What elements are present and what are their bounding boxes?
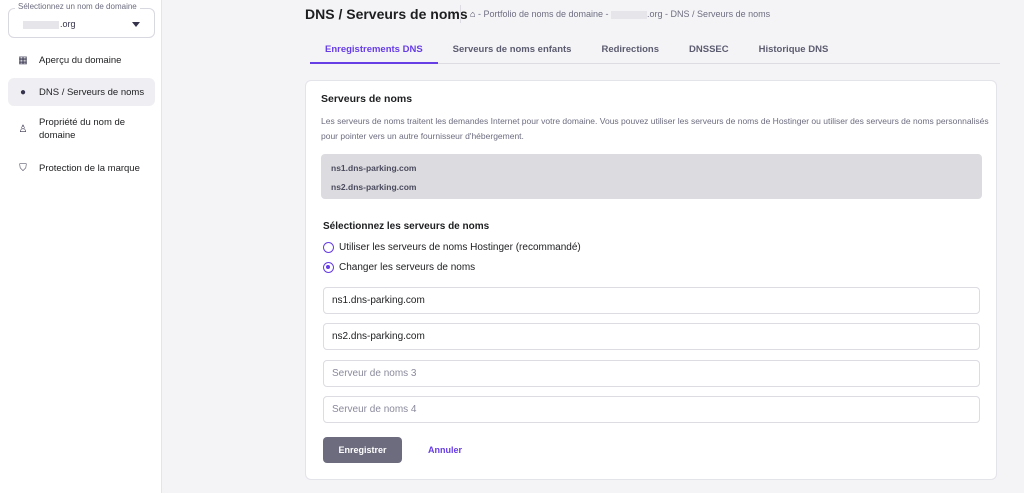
current-ns2: ns2.dns-parking.com <box>331 182 417 192</box>
tab-dns-history[interactable]: Historique DNS <box>744 40 844 64</box>
nameserver-2-input[interactable] <box>323 323 980 350</box>
nameserver-4-input[interactable] <box>323 396 980 423</box>
domain-select-label: Sélectionnez un nom de domaine <box>15 2 140 11</box>
radio-unchecked-icon <box>323 242 334 253</box>
radio-hostinger[interactable]: Utiliser les serveurs de noms Hostinger … <box>323 242 581 253</box>
sidebar-item-label: DNS / Serveurs de noms <box>39 86 145 98</box>
grid-icon: ▦ <box>18 54 28 66</box>
sidebar-item-label: Propriété du nom de domaine <box>39 117 126 141</box>
redacted-domain <box>23 20 59 29</box>
tab-bar: Enregistrements DNS Serveurs de noms enf… <box>310 40 1000 64</box>
shield-icon: ⛉ <box>19 162 27 174</box>
radio-checked-icon <box>323 262 334 273</box>
sidebar-item-overview[interactable]: ▦ Aperçu du domaine <box>8 50 155 70</box>
sidebar-item-dns[interactable]: ● DNS / Serveurs de noms <box>8 78 155 106</box>
nameservers-card: Serveurs de noms Les serveurs de noms tr… <box>305 80 997 480</box>
user-icon: ♙ <box>18 123 28 135</box>
tab-dnssec[interactable]: DNSSEC <box>674 40 744 64</box>
current-ns1: ns1.dns-parking.com <box>331 163 417 173</box>
tab-redirections[interactable]: Redirections <box>586 40 674 64</box>
domain-select[interactable]: Sélectionnez un nom de domaine .org <box>8 2 155 38</box>
divider <box>460 5 461 23</box>
radio-change[interactable]: Changer les serveurs de noms <box>323 262 475 273</box>
cancel-button[interactable]: Annuler <box>428 445 462 455</box>
select-title: Sélectionnez les serveurs de noms <box>323 221 490 232</box>
redacted-domain <box>611 10 648 19</box>
current-nameservers: ns1.dns-parking.com ns2.dns-parking.com <box>321 154 982 199</box>
sidebar-item-ownership[interactable]: ♙ Propriété du nom de domaine <box>8 116 155 142</box>
save-button[interactable]: Enregistrer <box>323 437 402 463</box>
breadcrumb: ⌂ - Portfolio de noms de domaine - .org … <box>470 9 770 19</box>
radio-label: Changer les serveurs de noms <box>339 262 476 273</box>
sidebar-item-brand-protection[interactable]: ⛉ Protection de la marque <box>8 158 155 178</box>
sidebar-item-label: Aperçu du domaine <box>39 54 122 66</box>
page-title: DNS / Serveurs de noms <box>305 6 468 22</box>
radio-label: Utiliser les serveurs de noms Hostinger … <box>339 242 581 253</box>
sidebar: Sélectionnez un nom de domaine .org ▦ Ape… <box>0 0 162 493</box>
breadcrumb-current: .org - DNS / Serveurs de noms <box>647 9 771 19</box>
card-description: Les serveurs de noms traitent les demand… <box>321 116 989 141</box>
nameserver-3-input[interactable] <box>323 360 980 387</box>
sidebar-item-label: Protection de la marque <box>39 162 140 174</box>
card-title: Serveurs de noms <box>321 93 413 105</box>
domain-select-value: .org <box>60 19 76 29</box>
breadcrumb-portfolio[interactable]: - Portfolio de noms de domaine - <box>478 9 609 19</box>
domain-select-value-wrap: .org <box>23 19 76 29</box>
dns-icon: ● <box>19 86 27 98</box>
tab-dns-records[interactable]: Enregistrements DNS <box>310 40 438 64</box>
home-icon[interactable]: ⌂ <box>470 9 475 19</box>
tab-child-nameservers[interactable]: Serveurs de noms enfants <box>438 40 587 64</box>
nameserver-1-input[interactable] <box>323 287 980 314</box>
caret-down-icon <box>132 22 140 27</box>
